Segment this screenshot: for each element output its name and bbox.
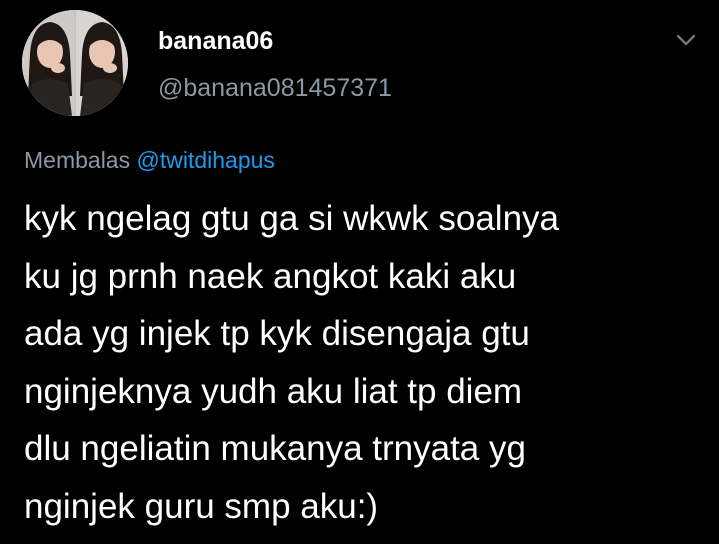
avatar[interactable]	[22, 10, 128, 116]
author-display-name[interactable]: banana06	[158, 26, 273, 56]
tweet-text-line: nginjek guru smp aku:)	[24, 486, 379, 526]
tweet-card: banana06 @banana081457371 Membalas @twit…	[0, 0, 719, 544]
reply-mention-link[interactable]: @twitdihapus	[137, 147, 275, 173]
tweet-text-line: dlu ngeliatin mukanya trnyata yg	[24, 429, 526, 468]
author-handle[interactable]: @banana081457371	[158, 72, 392, 104]
chevron-down-icon[interactable]	[668, 22, 704, 58]
reply-prefix: Membalas	[24, 147, 131, 173]
reply-context: Membalas @twitdihapus	[24, 145, 275, 175]
tweet-text-line: nginjeknya yudh aku liat tp diem	[24, 371, 523, 411]
tweet-text-line: ku jg prnh naek angkot kaki aku	[24, 256, 517, 296]
avatar-image	[22, 10, 128, 116]
tweet-text-line: kyk ngelag gtu ga si wkwk soalnya	[24, 199, 559, 238]
tweet-text-line: ada yg injek tp kyk disengaja gtu	[24, 314, 530, 353]
tweet-text: kyk ngelag gtu ga si wkwk soalnya ku jg p…	[24, 190, 704, 535]
